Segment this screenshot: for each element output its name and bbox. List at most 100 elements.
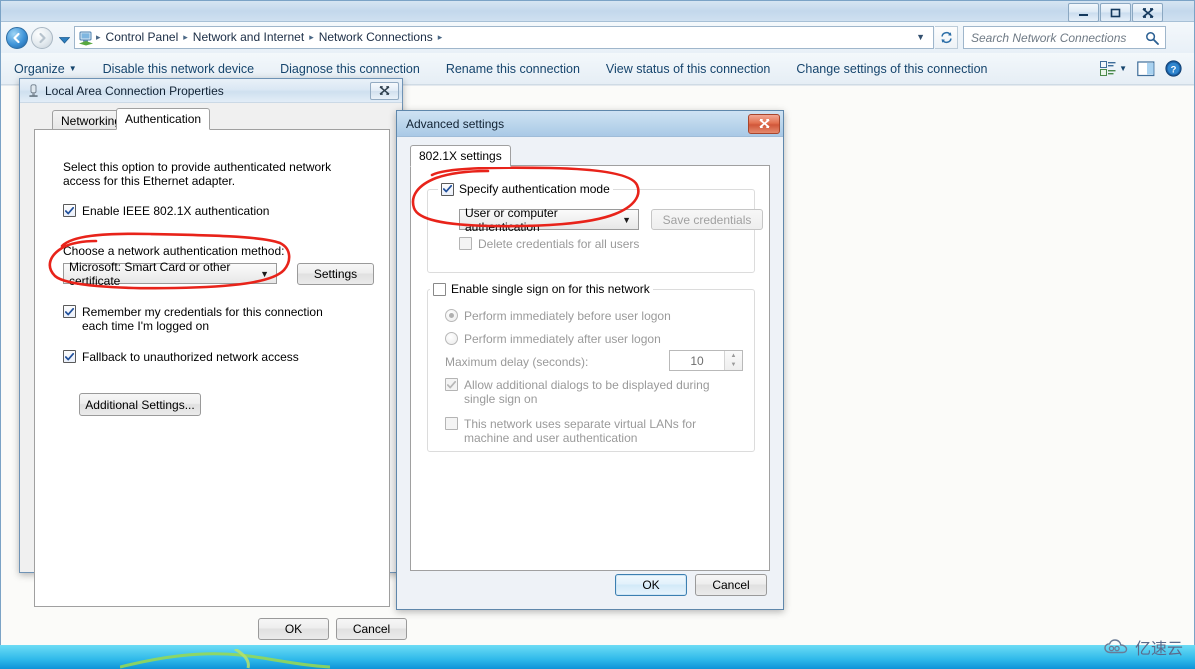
remember-credentials-checkbox-row[interactable]: Remember my credentials for this connect… bbox=[63, 305, 353, 333]
allow-dialogs-checkbox[interactable] bbox=[445, 378, 458, 391]
specify-auth-mode-label: Specify authentication mode bbox=[459, 182, 610, 196]
preview-pane-button[interactable] bbox=[1137, 60, 1155, 77]
address-bar[interactable]: ▸ Control Panel ▸ Network and Internet ▸… bbox=[74, 26, 934, 49]
tab-8021x-settings[interactable]: 802.1X settings bbox=[410, 145, 511, 167]
chevron-down-icon: ▼ bbox=[622, 214, 631, 225]
forward-button[interactable] bbox=[31, 27, 53, 49]
advanced-ok-label: OK bbox=[642, 578, 660, 592]
enable-sso-label: Enable single sign on for this network bbox=[451, 282, 650, 296]
close-icon bbox=[758, 119, 770, 128]
enable-sso-checkbox-row[interactable]: Enable single sign on for this network bbox=[430, 282, 653, 296]
auth-mode-groupbox: Specify authentication mode User or comp… bbox=[427, 182, 763, 273]
allow-dialogs-checkbox-row[interactable]: Allow additional dialogs to be displayed… bbox=[445, 378, 735, 406]
auth-method-combo-value: Microsoft: Smart Card or other certifica… bbox=[69, 259, 231, 288]
minimize-button[interactable] bbox=[1068, 3, 1099, 22]
check-icon bbox=[65, 206, 74, 214]
specify-auth-mode-checkbox-row[interactable]: Specify authentication mode bbox=[438, 182, 613, 196]
breadcrumb-control-panel[interactable]: Control Panel bbox=[102, 27, 183, 48]
max-delay-spinner[interactable]: 10 ▲ ▼ bbox=[669, 350, 743, 371]
recent-pages-button[interactable] bbox=[57, 35, 71, 45]
command-rename-connection[interactable]: Rename this connection bbox=[433, 62, 593, 76]
tab-authentication-label: Authentication bbox=[125, 112, 202, 126]
check-icon bbox=[447, 380, 456, 388]
remember-credentials-label: Remember my credentials for this connect… bbox=[82, 305, 323, 333]
command-organize[interactable]: Organize ▼ bbox=[1, 62, 90, 76]
enable-8021x-checkbox[interactable] bbox=[63, 204, 76, 217]
command-view-status[interactable]: View status of this connection bbox=[593, 62, 783, 76]
maximize-button[interactable] bbox=[1100, 3, 1131, 22]
advanced-dialog-titlebar: Advanced settings bbox=[397, 111, 783, 137]
separate-vlans-checkbox-row[interactable]: This network uses separate virtual LANs … bbox=[445, 417, 735, 445]
enable-8021x-checkbox-row[interactable]: Enable IEEE 802.1X authentication bbox=[63, 204, 363, 218]
enable-8021x-label: Enable IEEE 802.1X authentication bbox=[82, 204, 270, 218]
fallback-checkbox[interactable] bbox=[63, 350, 76, 363]
radio-before-logon-row[interactable]: Perform immediately before user logon bbox=[445, 309, 671, 323]
check-icon bbox=[65, 307, 74, 315]
max-delay-value[interactable]: 10 bbox=[670, 354, 724, 368]
window-titlebar bbox=[1, 1, 1194, 22]
command-diagnose-connection-label: Diagnose this connection bbox=[280, 61, 420, 76]
tab-authentication[interactable]: Authentication bbox=[116, 108, 211, 130]
watermark: 亿速云 bbox=[1104, 635, 1183, 659]
fallback-checkbox-row[interactable]: Fallback to unauthorized network access bbox=[63, 350, 353, 364]
tab-8021x-settings-label: 802.1X settings bbox=[419, 149, 502, 163]
separate-vlans-checkbox[interactable] bbox=[445, 417, 458, 430]
delete-credentials-checkbox-row[interactable]: Delete credentials for all users bbox=[459, 237, 639, 251]
breadcrumb-network-and-internet[interactable]: Network and Internet bbox=[189, 27, 308, 48]
change-view-button[interactable]: ▼ bbox=[1100, 61, 1127, 76]
command-organize-label: Organize bbox=[14, 61, 65, 76]
radio-after-logon-row[interactable]: Perform immediately after user logon bbox=[445, 332, 661, 346]
breadcrumb-network-connections[interactable]: Network Connections bbox=[315, 27, 437, 48]
properties-cancel-label: Cancel bbox=[352, 622, 391, 636]
properties-close-button[interactable] bbox=[370, 81, 399, 100]
refresh-icon bbox=[940, 31, 952, 44]
properties-ok-label: OK bbox=[284, 622, 303, 636]
advanced-ok-button[interactable]: OK bbox=[615, 574, 687, 596]
additional-settings-button[interactable]: Additional Settings... bbox=[79, 393, 201, 416]
auth-mode-combo-value: User or computer authentication bbox=[465, 205, 558, 234]
radio-before-logon-label: Perform immediately before user logon bbox=[464, 309, 671, 323]
spinner-buttons[interactable]: ▲ ▼ bbox=[724, 351, 742, 370]
settings-button[interactable]: Settings bbox=[297, 263, 374, 285]
wallpaper-swoosh-decoration bbox=[120, 649, 440, 669]
properties-cancel-button[interactable]: Cancel bbox=[336, 618, 407, 640]
search-input[interactable]: Search Network Connections bbox=[964, 31, 1145, 45]
search-box[interactable]: Search Network Connections bbox=[963, 26, 1166, 49]
command-disable-device-label: Disable this network device bbox=[102, 61, 255, 76]
enable-sso-checkbox[interactable] bbox=[433, 282, 446, 296]
properties-dialog-title: Local Area Connection Properties bbox=[45, 83, 224, 98]
command-bar-right-group: ▼ ? bbox=[1100, 60, 1194, 77]
allow-dialogs-label: Allow additional dialogs to be displayed… bbox=[464, 378, 710, 406]
chevron-down-icon: ▼ bbox=[260, 268, 269, 279]
address-dropdown-icon[interactable]: ▼ bbox=[912, 27, 933, 48]
refresh-button[interactable] bbox=[935, 26, 958, 49]
command-view-status-label: View status of this connection bbox=[605, 61, 771, 76]
spinner-down-icon[interactable]: ▼ bbox=[725, 361, 742, 371]
separate-vlans-label: This network uses separate virtual LANs … bbox=[464, 417, 697, 445]
command-change-settings[interactable]: Change settings of this connection bbox=[783, 62, 1000, 76]
command-disable-device[interactable]: Disable this network device bbox=[90, 62, 267, 76]
radio-after-logon[interactable] bbox=[445, 332, 458, 345]
advanced-dialog-title: Advanced settings bbox=[406, 116, 505, 131]
advanced-cancel-button[interactable]: Cancel bbox=[695, 574, 767, 596]
settings-button-label: Settings bbox=[313, 267, 358, 281]
radio-before-logon[interactable] bbox=[445, 309, 458, 322]
remember-credentials-checkbox[interactable] bbox=[63, 305, 76, 318]
single-sign-on-groupbox: Enable single sign on for this network P… bbox=[427, 282, 755, 452]
save-credentials-button[interactable]: Save credentials bbox=[651, 209, 763, 230]
properties-ok-button[interactable]: OK bbox=[258, 618, 329, 640]
minimize-icon bbox=[1079, 14, 1088, 16]
spinner-up-icon[interactable]: ▲ bbox=[725, 351, 742, 361]
back-button[interactable] bbox=[6, 27, 28, 49]
auth-mode-combo[interactable]: User or computer authentication ▼ bbox=[459, 206, 639, 234]
advanced-tabstrip: 802.1X settings bbox=[410, 145, 770, 167]
specify-auth-mode-checkbox[interactable] bbox=[441, 182, 454, 196]
advanced-close-button[interactable] bbox=[748, 113, 780, 134]
maximize-icon bbox=[1110, 8, 1121, 17]
auth-method-combo[interactable]: Microsoft: Smart Card or other certifica… bbox=[63, 260, 277, 288]
close-button[interactable] bbox=[1132, 3, 1163, 22]
help-button[interactable]: ? bbox=[1165, 60, 1182, 77]
command-diagnose-connection[interactable]: Diagnose this connection bbox=[267, 62, 433, 76]
breadcrumb-separator[interactable]: ▸ bbox=[437, 27, 444, 48]
delete-credentials-checkbox[interactable] bbox=[459, 237, 472, 250]
